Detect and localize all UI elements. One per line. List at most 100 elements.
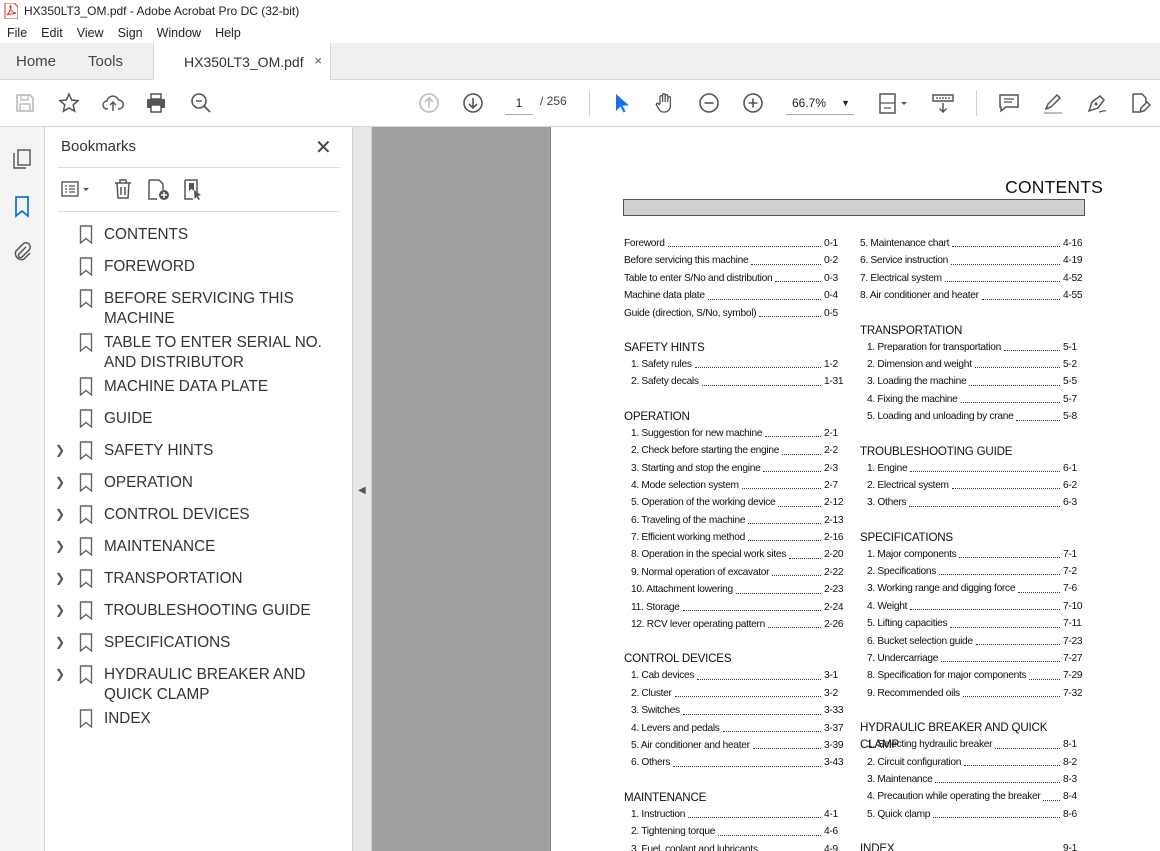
toc-entry[interactable]: 10. Attachment lowering 2-23 bbox=[624, 581, 844, 598]
toc-entry[interactable]: 7. Undercarriage 7-27 bbox=[860, 650, 1083, 667]
page-thumbnails-icon[interactable] bbox=[10, 147, 34, 171]
panel-splitter[interactable]: ◀ bbox=[353, 127, 372, 851]
toc-entry[interactable]: 11. Storage 2-24 bbox=[624, 599, 844, 616]
page-fit-icon[interactable] bbox=[876, 90, 910, 116]
toc-entry[interactable]: 1. Safety rules 1-2 bbox=[624, 356, 844, 373]
toc-entry[interactable]: 9. Normal operation of excavator 2-22 bbox=[624, 564, 844, 581]
upload-cloud-icon[interactable] bbox=[100, 90, 126, 116]
toc-entry[interactable]: 1. Instruction 4-1 bbox=[624, 806, 844, 823]
zoom-search-icon[interactable] bbox=[188, 90, 214, 116]
toc-entry[interactable]: 3. Working range and digging force 7-6 bbox=[860, 580, 1083, 597]
attachments-icon[interactable] bbox=[10, 240, 34, 264]
toc-entry[interactable]: Before servicing this machine 0-2 bbox=[624, 252, 844, 269]
next-page-icon[interactable] bbox=[460, 90, 486, 116]
tab-home[interactable]: Home bbox=[16, 43, 56, 80]
expand-chevron-icon[interactable]: ❯ bbox=[55, 601, 75, 617]
expand-chevron-icon[interactable]: ❯ bbox=[55, 505, 75, 521]
menu-view[interactable]: View bbox=[70, 26, 111, 40]
delete-bookmark-icon[interactable] bbox=[111, 176, 135, 202]
menu-sign[interactable]: Sign bbox=[111, 26, 150, 40]
bookmark-item[interactable]: ❯ TRANSPORTATION bbox=[45, 567, 353, 599]
toc-entry[interactable]: Guide (direction, S/No, symbol) 0-5 bbox=[624, 305, 844, 322]
save-icon[interactable] bbox=[12, 90, 38, 116]
toc-entry[interactable]: 4. Fixing the machine 5-7 bbox=[860, 391, 1083, 408]
toc-entry[interactable]: 2. Electrical system 6-2 bbox=[860, 477, 1083, 494]
bookmark-item[interactable]: GUIDE bbox=[45, 407, 353, 439]
expand-chevron-icon[interactable]: ❯ bbox=[55, 633, 75, 649]
tab-close-icon[interactable]: × bbox=[314, 53, 322, 68]
select-cursor-icon[interactable] bbox=[608, 90, 634, 116]
toc-entry[interactable]: Table to enter S/No and distribution 0-3 bbox=[624, 270, 844, 287]
toc-entry[interactable]: 5. Air conditioner and heater 3-39 bbox=[624, 737, 844, 754]
bookmark-item[interactable]: ❯ OPERATION bbox=[45, 471, 353, 503]
expand-chevron-icon[interactable]: ❯ bbox=[55, 665, 75, 681]
toc-entry[interactable]: 6. Others 3-43 bbox=[624, 754, 844, 771]
toc-entry[interactable]: 5. Lifting capacities 7-11 bbox=[860, 615, 1083, 632]
bookmark-item[interactable]: ❯ CONTROL DEVICES bbox=[45, 503, 353, 535]
menu-help[interactable]: Help bbox=[208, 26, 248, 40]
toc-entry[interactable]: 2. Cluster 3-2 bbox=[624, 685, 844, 702]
bookmark-options-icon[interactable] bbox=[60, 176, 92, 202]
tab-tools[interactable]: Tools bbox=[88, 43, 123, 80]
toc-entry[interactable]: 8. Air conditioner and heater 4-55 bbox=[860, 287, 1083, 304]
bookmark-item[interactable]: BEFORE SERVICING THIS MACHINE bbox=[45, 287, 353, 331]
toc-entry[interactable]: 2. Safety decals 1-31 bbox=[624, 373, 844, 390]
toc-entry[interactable]: 12. RCV lever operating pattern 2-26 bbox=[624, 616, 844, 633]
toc-entry[interactable]: 2. Check before starting the engine 2-2 bbox=[624, 442, 844, 459]
toc-entry[interactable]: 6. Traveling of the machine 2-13 bbox=[624, 512, 844, 529]
edit-pdf-icon[interactable] bbox=[1126, 90, 1152, 116]
toc-entry[interactable]: 3. Starting and stop the engine 2-3 bbox=[624, 460, 844, 477]
expand-chevron-icon[interactable]: ❯ bbox=[55, 537, 75, 553]
menu-window[interactable]: Window bbox=[150, 26, 208, 40]
expand-chevron-icon[interactable]: ❯ bbox=[55, 473, 75, 489]
menu-file[interactable]: File bbox=[0, 26, 34, 40]
toc-entry[interactable]: 8. Operation in the special work sites 2-… bbox=[624, 546, 844, 563]
toc-entry[interactable]: 4. Precaution while operating the breake… bbox=[860, 788, 1083, 805]
toc-entry[interactable]: 4. Levers and pedals 3-37 bbox=[624, 720, 844, 737]
toc-entry[interactable]: 1. Major components 7-1 bbox=[860, 546, 1083, 563]
expand-chevron-icon[interactable]: ❯ bbox=[55, 569, 75, 585]
collapse-panel-arrow-icon[interactable]: ◀ bbox=[358, 485, 366, 496]
toc-entry[interactable]: 3. Fuel, coolant and lubricants 4-9 bbox=[624, 841, 844, 851]
bookmark-item[interactable]: INDEX bbox=[45, 707, 353, 739]
sign-pen-icon[interactable] bbox=[1084, 90, 1110, 116]
toc-entry[interactable]: 6. Bucket selection guide 7-23 bbox=[860, 633, 1083, 650]
toc-entry[interactable]: 5. Operation of the working device 2-12 bbox=[624, 494, 844, 511]
toc-entry[interactable]: 3. Loading the machine 5-5 bbox=[860, 373, 1083, 390]
toc-entry[interactable]: 5. Loading and unloading by crane 5-8 bbox=[860, 408, 1083, 425]
scroll-mode-icon[interactable] bbox=[930, 90, 956, 116]
bookmark-item[interactable]: TABLE TO ENTER SERIAL NO. AND DISTRIBUTO… bbox=[45, 331, 353, 375]
toc-entry[interactable]: 1. Suggestion for new machine 2-1 bbox=[624, 425, 844, 442]
comment-icon[interactable] bbox=[996, 90, 1022, 116]
toc-entry[interactable]: 1. Selecting hydraulic breaker 8-1 bbox=[860, 736, 1083, 753]
toc-entry[interactable]: 2. Circuit configuration 8-2 bbox=[860, 754, 1083, 771]
toc-entry[interactable]: 1. Cab devices 3-1 bbox=[624, 667, 844, 684]
bookmark-item[interactable]: ❯ MAINTENANCE bbox=[45, 535, 353, 567]
bookmark-item[interactable]: CONTENTS bbox=[45, 223, 353, 255]
close-panel-icon[interactable]: ✕ bbox=[315, 135, 332, 160]
toc-entry[interactable]: 1. Preparation for transportation 5-1 bbox=[860, 339, 1083, 356]
toc-entry[interactable]: 2. Dimension and weight 5-2 bbox=[860, 356, 1083, 373]
bookmark-item[interactable]: ❯ SPECIFICATIONS bbox=[45, 631, 353, 663]
toc-entry[interactable]: 2. Specifications 7-2 bbox=[860, 563, 1083, 580]
zoom-level-select[interactable]: 66.7% ▼ bbox=[786, 91, 854, 115]
toc-entry[interactable]: 4. Weight 7-10 bbox=[860, 598, 1083, 615]
toc-entry[interactable]: Machine data plate 0-4 bbox=[624, 287, 844, 304]
bookmark-item[interactable]: FOREWORD bbox=[45, 255, 353, 287]
zoom-in-icon[interactable] bbox=[740, 90, 766, 116]
zoom-out-icon[interactable] bbox=[696, 90, 722, 116]
bookmark-properties-icon[interactable] bbox=[181, 176, 205, 202]
star-icon[interactable] bbox=[56, 90, 82, 116]
toc-entry[interactable]: 1. Engine 6-1 bbox=[860, 460, 1083, 477]
toc-entry[interactable]: 3. Switches 3-33 bbox=[624, 702, 844, 719]
toc-entry[interactable]: 2. Tightening torque 4-6 bbox=[624, 823, 844, 840]
print-icon[interactable] bbox=[143, 90, 169, 116]
menu-edit[interactable]: Edit bbox=[34, 26, 70, 40]
toc-entry[interactable]: 5. Maintenance chart 4-16 bbox=[860, 235, 1083, 252]
toc-entry[interactable]: 3. Others 6-3 bbox=[860, 494, 1083, 511]
toc-entry[interactable]: 7. Electrical system 4-52 bbox=[860, 270, 1083, 287]
bookmark-item[interactable]: ❯ SAFETY HINTS bbox=[45, 439, 353, 471]
bookmarks-icon[interactable] bbox=[10, 194, 34, 218]
bookmark-item[interactable]: MACHINE DATA PLATE bbox=[45, 375, 353, 407]
highlight-pen-icon[interactable] bbox=[1040, 90, 1066, 116]
